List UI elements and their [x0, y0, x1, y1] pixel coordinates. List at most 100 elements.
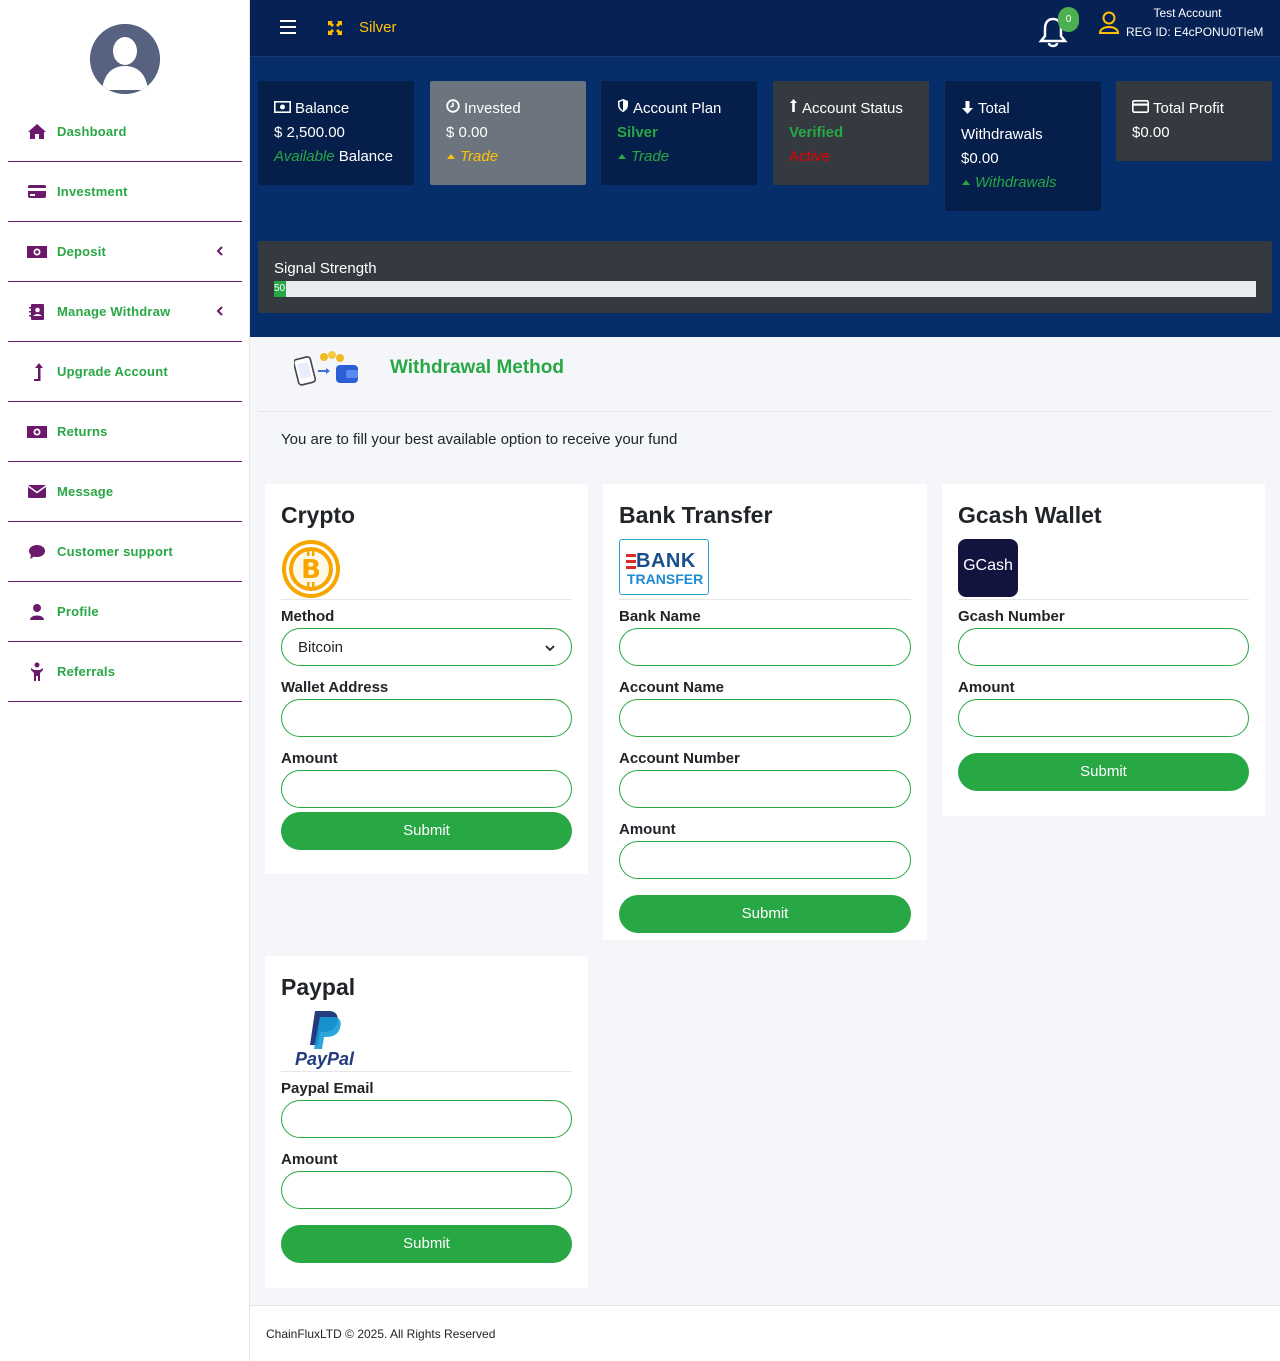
- sidebar-item-customer-support[interactable]: Customer support: [8, 522, 242, 582]
- signal-strength-fill: 50: [274, 281, 286, 297]
- bank-name-input[interactable]: [619, 628, 911, 666]
- total-withdrawals-sub: Withdrawals: [975, 174, 1057, 191]
- account-name-input[interactable]: [619, 699, 911, 737]
- stats-band: Balance $ 2,500.00 Available Balance Inv…: [250, 57, 1280, 337]
- sidebar-nav: Dashboard Investment Deposit Manage With…: [8, 102, 242, 702]
- sidebar-item-message[interactable]: Message: [8, 462, 242, 522]
- bank-name-label: Bank Name: [619, 608, 701, 625]
- crypto-logo-area: B: [281, 537, 572, 600]
- plan-label: Silver: [359, 19, 397, 36]
- account-plan-card: Account Plan Silver Trade: [601, 81, 757, 185]
- clock-icon: [446, 97, 460, 121]
- amount-label: Amount: [281, 750, 338, 767]
- sidebar-item-label: Dashboard: [57, 124, 127, 139]
- withdrawal-header: Withdrawal Method: [258, 337, 1272, 412]
- gcash-logo-area: GCash: [958, 537, 1249, 600]
- account-status-value: Verified: [789, 124, 844, 141]
- paypal-logo: PayPal: [295, 1009, 357, 1071]
- invested-value: $ 0.00: [446, 124, 488, 141]
- account-number-input[interactable]: [619, 770, 911, 808]
- bank-transfer-card: Bank Transfer BANK TRANSFER Bank Name Ac…: [603, 484, 927, 940]
- sidebar-item-upgrade-account[interactable]: Upgrade Account: [8, 342, 242, 402]
- balance-available: Available: [274, 148, 335, 165]
- chevron-left-icon[interactable]: [216, 244, 226, 256]
- bitcoin-logo-icon: B: [281, 539, 341, 604]
- sidebar-item-investment[interactable]: Investment: [8, 162, 242, 222]
- gcash-submit-button[interactable]: Submit: [958, 753, 1249, 791]
- gcash-amount-input[interactable]: [958, 699, 1249, 737]
- account-name-label: Account Name: [619, 679, 725, 696]
- amount-label: Amount: [958, 679, 1015, 696]
- balance-title: Balance: [295, 100, 350, 117]
- paypal-logo-area: PayPal: [281, 1009, 572, 1072]
- user-name[interactable]: Test Account: [1125, 6, 1250, 20]
- sidebar-item-label: Profile: [57, 604, 99, 619]
- registration-id: REG ID: E4cPONU0TIeM: [1126, 25, 1264, 39]
- total-withdrawals-card: Total Withdrawals $0.00 Withdrawals: [945, 81, 1101, 211]
- paypal-submit-button[interactable]: Submit: [281, 1225, 572, 1263]
- bank-transfer-logo: BANK TRANSFER: [619, 539, 709, 595]
- account-plan-value: Silver: [617, 124, 658, 141]
- bank-logo-line1: BANK: [636, 550, 696, 572]
- level-up-icon: [789, 97, 798, 121]
- gcash-logo-text: GCash: [963, 557, 1013, 574]
- account-status-title: Account Status: [802, 100, 903, 117]
- signal-strength-bar: 50: [274, 281, 1256, 297]
- paypal-logo-text: PayPal: [295, 1049, 355, 1069]
- sidebar-item-label: Deposit: [57, 244, 107, 259]
- wallet-address-label: Wallet Address: [281, 679, 389, 696]
- top-navbar: Silver 0 Test Account REG ID: E4cPONU0TI…: [250, 0, 1280, 57]
- account-number-label: Account Number: [619, 750, 740, 767]
- invested-sub: Trade: [460, 148, 499, 165]
- balance-value: $ 2,500.00: [274, 124, 345, 141]
- crypto-amount-input[interactable]: [281, 770, 572, 808]
- gcash-card: Gcash Wallet GCash Gcash Number Amount S…: [942, 484, 1265, 816]
- paypal-amount-input[interactable]: [281, 1171, 572, 1209]
- sidebar-item-profile[interactable]: Profile: [8, 582, 242, 642]
- sidebar-item-returns[interactable]: Returns: [8, 402, 242, 462]
- caret-up-icon: [617, 145, 627, 169]
- intro-text: You are to fill your best available opti…: [281, 431, 678, 448]
- account-status-card: Account Status Verified Active: [773, 81, 929, 185]
- arrow-down-icon: [961, 99, 974, 123]
- total-profit-title: Total Profit: [1153, 100, 1224, 117]
- signal-strength-label: Signal Strength: [274, 260, 377, 277]
- bank-amount-input[interactable]: [619, 841, 911, 879]
- menu-toggle-icon[interactable]: [280, 20, 296, 36]
- chevron-left-icon[interactable]: [216, 304, 226, 316]
- paypal-email-input[interactable]: [281, 1100, 572, 1138]
- chevron-down-icon: [545, 639, 555, 656]
- expand-icon[interactable]: [327, 20, 343, 36]
- envelope-icon: [26, 483, 48, 501]
- account-plan-sub: Trade: [631, 148, 670, 165]
- sidebar-item-deposit[interactable]: Deposit: [8, 222, 242, 282]
- bank-logo-line2: TRANSFER: [627, 571, 704, 587]
- copyright-text: ChainFluxLTD © 2025. All Rights Reserved: [266, 1327, 496, 1341]
- paypal-email-label: Paypal Email: [281, 1080, 374, 1097]
- bank-logo-area: BANK TRANSFER: [619, 537, 911, 600]
- user-icon[interactable]: [1098, 11, 1120, 35]
- footer: ChainFluxLTD © 2025. All Rights Reserved: [250, 1305, 1280, 1361]
- home-icon: [26, 123, 48, 141]
- caret-up-icon: [961, 171, 971, 195]
- sidebar-item-label: Upgrade Account: [57, 364, 168, 379]
- crypto-submit-button[interactable]: Submit: [281, 812, 572, 850]
- gcash-number-input[interactable]: [958, 628, 1249, 666]
- address-book-icon: [26, 303, 48, 321]
- crypto-card: Crypto B Method Bitcoin Wallet Address A…: [265, 484, 588, 874]
- credit-card-icon: [1132, 97, 1149, 121]
- method-select[interactable]: Bitcoin: [281, 628, 572, 666]
- paypal-title: Paypal: [281, 974, 356, 1000]
- avatar[interactable]: [90, 24, 160, 94]
- invested-card: Invested $ 0.00 Trade: [430, 81, 586, 185]
- gcash-number-label: Gcash Number: [958, 608, 1065, 625]
- sidebar-item-dashboard[interactable]: Dashboard: [8, 102, 242, 162]
- bank-submit-button[interactable]: Submit: [619, 895, 911, 933]
- method-select-value: Bitcoin: [298, 638, 344, 656]
- sidebar-item-manage-withdraw[interactable]: Manage Withdraw: [8, 282, 242, 342]
- gcash-title: Gcash Wallet: [958, 502, 1102, 528]
- shield-icon: [617, 97, 629, 121]
- money-icon: [26, 423, 48, 441]
- wallet-address-input[interactable]: [281, 699, 572, 737]
- sidebar-item-referrals[interactable]: Referrals: [8, 642, 242, 702]
